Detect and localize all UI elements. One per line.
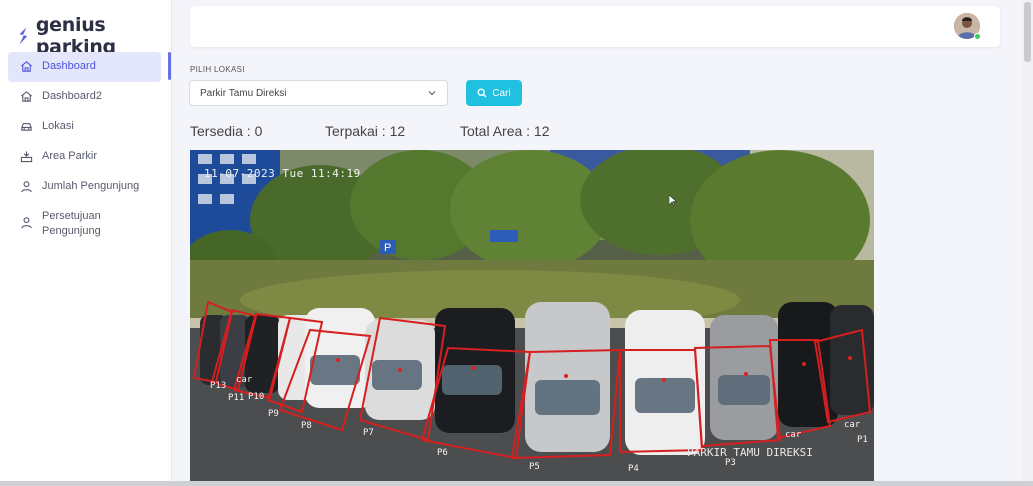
search-button-label: Cari	[492, 87, 511, 99]
top-navbar	[190, 6, 1000, 47]
location-label: PILIH LOKASI	[190, 65, 245, 74]
slot-label: P1	[857, 435, 868, 445]
sidebar-item-dashboard[interactable]: Dashboard	[8, 52, 171, 82]
sidebar-nav: Dashboard Dashboard2 Lokasi Area Parkir …	[8, 52, 172, 246]
svg-text:P: P	[384, 242, 391, 254]
sidebar-item-label: Lokasi	[42, 120, 74, 132]
user-icon	[21, 217, 32, 229]
window-bottom-edge	[0, 481, 1033, 486]
sidebar-item-label: Area Parkir	[42, 150, 98, 162]
sidebar-item-label: Jumlah Pengunjung	[42, 180, 140, 192]
brand-logo-icon	[19, 27, 28, 45]
sidebar-item-label: Persetujuan Pengunjung	[42, 210, 101, 237]
sidebar-item-jumlah-pengunjung[interactable]: Jumlah Pengunjung	[8, 172, 172, 202]
chevron-down-icon	[428, 91, 436, 96]
home-icon	[21, 61, 32, 72]
search-icon	[477, 88, 487, 98]
mouse-cursor-icon	[669, 195, 677, 207]
sidebar-item-dashboard2[interactable]: Dashboard2	[8, 82, 172, 112]
parking-area-icon	[20, 151, 33, 163]
online-status-dot	[974, 33, 981, 40]
sidebar: genius parking Dashboard Dashboard2 Loka…	[0, 0, 172, 486]
slot-label: P8	[301, 421, 312, 431]
scrollbar-thumb[interactable]	[1024, 2, 1031, 62]
slot-label: P10	[248, 392, 265, 402]
camera-scene: P	[190, 150, 874, 486]
user-icon	[21, 181, 32, 193]
available-count: Tersedia : 0	[190, 123, 263, 139]
slot-label: P3	[725, 458, 736, 468]
sidebar-item-label: Dashboard2	[42, 90, 102, 102]
slot-label: P5	[529, 462, 540, 472]
camera-feed: P 11-07-2023 Tue 11:4:19 PARKIR TAMU DIR…	[190, 150, 874, 486]
sidebar-item-lokasi[interactable]: Lokasi	[8, 112, 172, 142]
slot-label: P11	[228, 393, 245, 403]
slot-label: P7	[363, 428, 374, 438]
home-icon	[21, 91, 32, 102]
sidebar-item-persetujuan-pengunjung[interactable]: Persetujuan Pengunjung	[8, 202, 172, 246]
location-select[interactable]: Parkir Tamu Direksi	[189, 80, 448, 106]
used-count: Terpakai : 12	[325, 123, 406, 139]
car-icon	[21, 123, 32, 131]
parking-stats: Tersedia : 0 Terpakai : 12 Total Area : …	[190, 123, 550, 139]
slot-label: car	[785, 430, 802, 440]
camera-timestamp: 11-07-2023 Tue 11:4:19	[204, 167, 361, 180]
slot-label: P6	[437, 448, 448, 458]
camera-location-overlay: PARKIR TAMU DIREKSI	[687, 446, 813, 459]
search-button[interactable]: Cari	[466, 80, 522, 106]
slot-label: car	[844, 420, 861, 430]
location-select-value: Parkir Tamu Direksi	[200, 88, 287, 99]
slot-label: P13	[210, 381, 227, 391]
sidebar-item-area-parkir[interactable]: Area Parkir	[8, 142, 172, 172]
slot-label: P4	[628, 464, 639, 474]
sidebar-item-label: Dashboard	[42, 60, 96, 72]
slot-label: car	[236, 375, 253, 385]
page-scrollbar[interactable]	[1022, 0, 1033, 486]
total-area-count: Total Area : 12	[460, 123, 550, 139]
slot-label: P9	[268, 409, 279, 419]
